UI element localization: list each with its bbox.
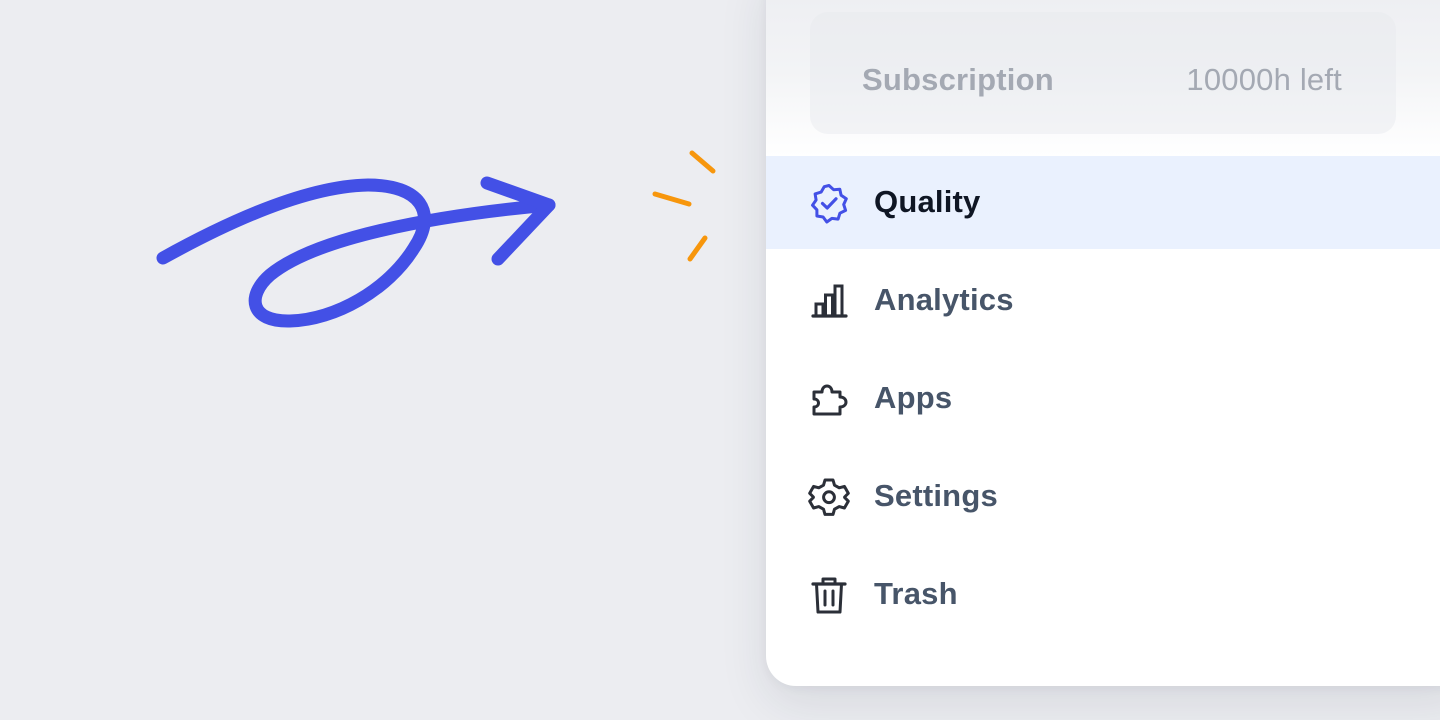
- menu-item-label: Analytics: [874, 282, 1014, 317]
- navigation-panel: Subscription 10000h left Quality Analyti…: [766, 0, 1440, 686]
- menu-item-label: Quality: [874, 184, 981, 219]
- menu-item-quality[interactable]: Quality: [766, 156, 1440, 249]
- puzzle-icon: [808, 378, 850, 420]
- subscription-card: Subscription 10000h left: [810, 12, 1396, 134]
- menu-item-apps[interactable]: Apps: [766, 352, 1440, 445]
- looped-arrow-stroke: [156, 178, 556, 328]
- spark-lines: [652, 150, 716, 262]
- subscription-remaining: 10000h left: [1186, 62, 1342, 97]
- menu-item-trash[interactable]: Trash: [766, 548, 1440, 641]
- menu-item-label: Trash: [874, 576, 958, 611]
- menu-item-settings[interactable]: Settings: [766, 450, 1440, 543]
- bar-chart-icon: [808, 280, 850, 322]
- subscription-label: Subscription: [862, 62, 1054, 97]
- gear-icon: [808, 476, 850, 518]
- trash-icon: [808, 574, 850, 616]
- arrow-doodle: [156, 150, 716, 328]
- menu-list: Quality Analytics Apps Settings Trash: [766, 156, 1440, 646]
- menu-item-analytics[interactable]: Analytics: [766, 254, 1440, 347]
- menu-item-label: Apps: [874, 380, 953, 415]
- arrow-head: [480, 176, 556, 266]
- menu-item-label: Settings: [874, 478, 998, 513]
- verified-badge-icon: [808, 182, 850, 224]
